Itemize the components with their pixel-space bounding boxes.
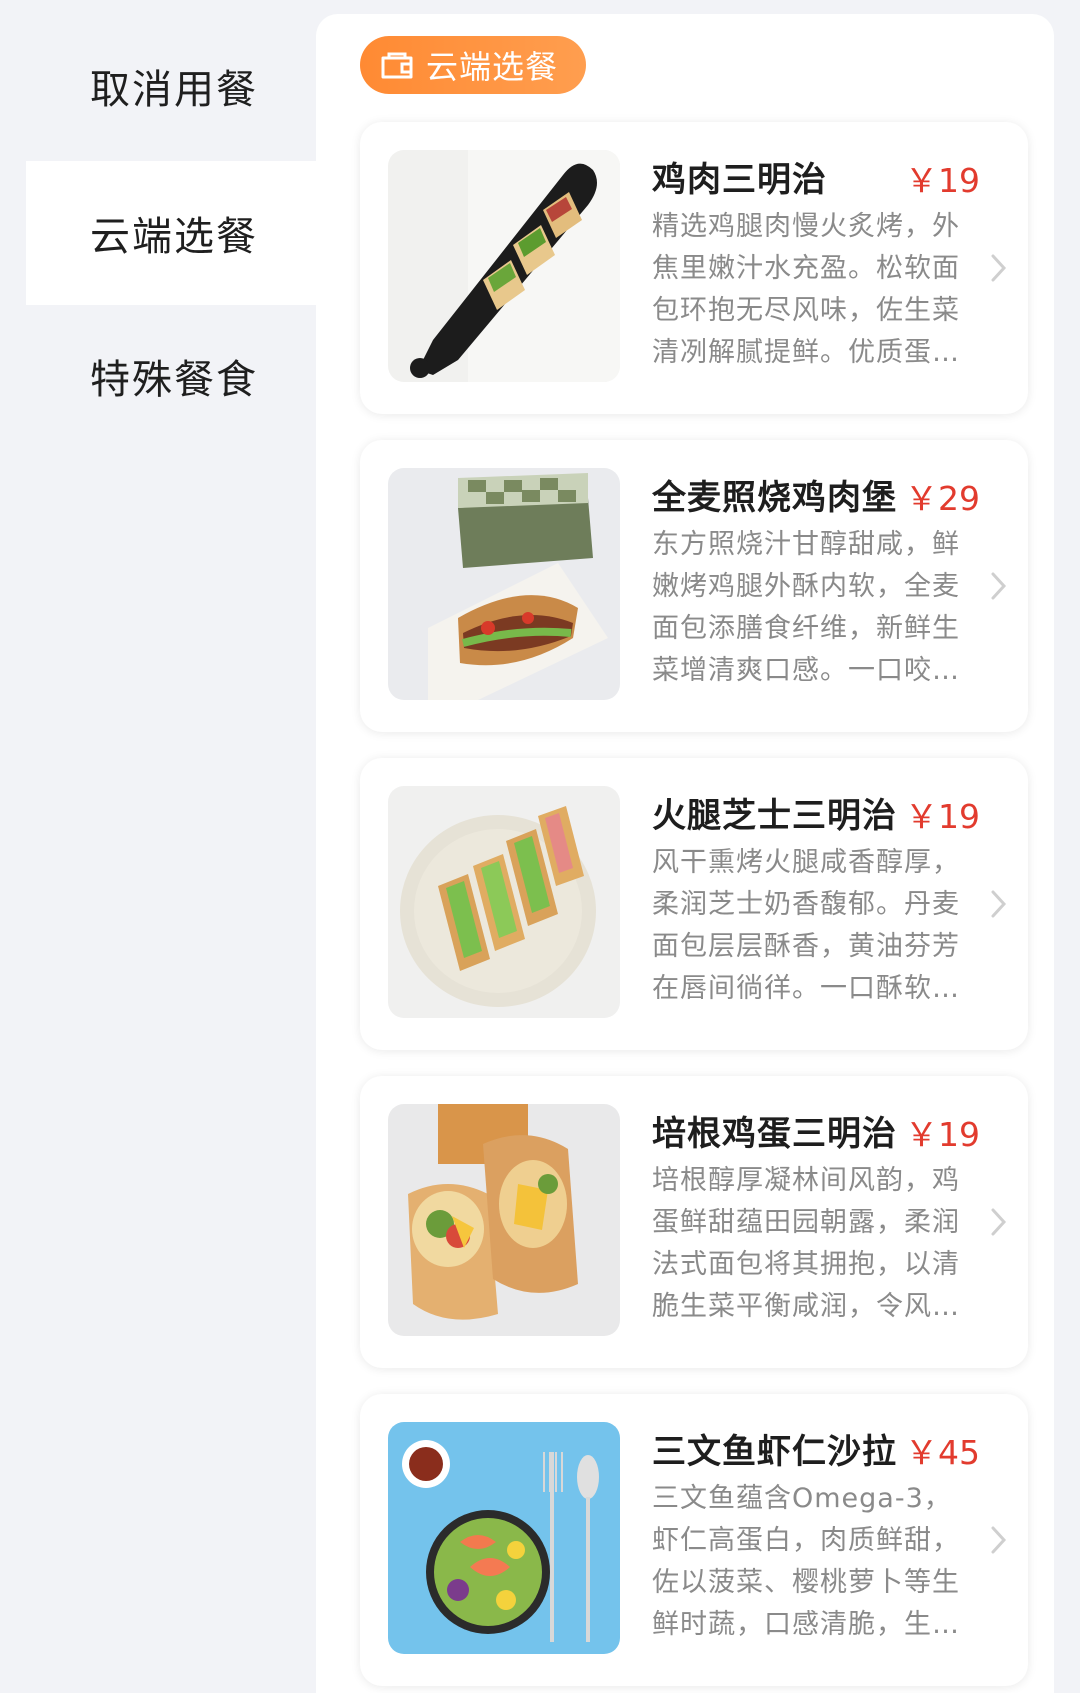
sidebar-item-label: 云端选餐 <box>90 214 258 260</box>
salmon-shrimp-salad-photo <box>388 1422 620 1654</box>
menu-item-title: 培根鸡蛋三明治 <box>652 1114 897 1154</box>
menu-item-card[interactable]: 全麦照烧鸡肉堡 ￥29 东方照烧汁甘醇甜咸，鲜嫩烤鸡腿外酥内软，全麦面包添膳食纤… <box>360 440 1028 732</box>
chevron-right-icon <box>991 1526 1007 1554</box>
chevron-right-icon <box>991 890 1007 918</box>
menu-item-description: 风干熏烤火腿咸香醇厚，柔润芝士奶香馥郁。丹麦面包层层酥香，黄油芬芳在唇间徜徉。一… <box>652 847 960 1004</box>
menu-item-price: ￥19 <box>905 797 980 836</box>
chevron-right-icon <box>991 1208 1007 1236</box>
menu-item-title: 三文鱼虾仁沙拉 <box>652 1432 897 1472</box>
bacon-egg-sandwich-photo <box>388 1104 620 1336</box>
menu-item-card[interactable]: 鸡肉三明治 ￥19 精选鸡腿肉慢火炙烤，外焦里嫩汁水充盈。松软面包环抱无尽风味，… <box>360 122 1028 414</box>
menu-item-price: ￥29 <box>905 479 980 518</box>
category-sidebar: 取消用餐 云端选餐 特殊餐食 <box>26 0 316 1693</box>
menu-item-description: 精选鸡腿肉慢火炙烤，外焦里嫩汁水充盈。松软面包环抱无尽风味，佐生菜清冽解腻提鲜。… <box>652 211 960 368</box>
sidebar-item-cloud-meal[interactable]: 云端选餐 <box>26 161 316 305</box>
menu-item-price: ￥19 <box>905 161 980 200</box>
section-header-tag: 云端选餐 <box>360 36 587 94</box>
meal-selection-page: 取消用餐 云端选餐 特殊餐食 云端选餐 鸡肉三明治 ￥19 精选鸡腿肉慢火炙烤，… <box>0 0 1080 1693</box>
menu-item-card[interactable]: 培根鸡蛋三明治 ￥19 培根醇厚凝林间风韵，鸡蛋鲜甜蕴田园朝露，柔润法式面包将其… <box>360 1076 1028 1368</box>
bag-icon <box>381 52 413 79</box>
menu-panel: 云端选餐 鸡肉三明治 ￥19 精选鸡腿肉慢火炙烤，外焦里嫩汁水充盈。松软面包环抱… <box>316 14 1054 1693</box>
sidebar-item-label: 取消用餐 <box>90 67 258 113</box>
menu-item-title: 全麦照烧鸡肉堡 <box>652 478 897 518</box>
sidebar-item-special-meal[interactable]: 特殊餐食 <box>26 304 316 448</box>
menu-item-title: 火腿芝士三明治 <box>652 796 897 836</box>
sidebar-item-label: 特殊餐食 <box>90 357 258 403</box>
teriyaki-chicken-burger-photo <box>388 468 620 700</box>
menu-item-price: ￥45 <box>905 1433 980 1472</box>
chevron-right-icon <box>991 572 1007 600</box>
ham-cheese-sandwich-photo <box>388 786 620 1018</box>
section-title: 云端选餐 <box>426 48 559 86</box>
chevron-right-icon <box>991 254 1007 282</box>
chicken-sandwich-photo <box>388 150 620 382</box>
menu-item-card[interactable]: 火腿芝士三明治 ￥19 风干熏烤火腿咸香醇厚，柔润芝士奶香馥郁。丹麦面包层层酥香… <box>360 758 1028 1050</box>
menu-item-description: 三文鱼蕴含Omega-3，虾仁高蛋白，肉质鲜甜，佐以菠菜、樱桃萝卜等生鲜时蔬，口… <box>652 1483 960 1640</box>
menu-item-description: 培根醇厚凝林间风韵，鸡蛋鲜甜蕴田园朝露，柔润法式面包将其拥抱，以清脆生菜平衡咸润… <box>652 1165 960 1322</box>
menu-item-title: 鸡肉三明治 <box>652 160 827 200</box>
menu-item-price: ￥19 <box>905 1115 980 1154</box>
menu-item-card[interactable]: 三文鱼虾仁沙拉 ￥45 三文鱼蕴含Omega-3，虾仁高蛋白，肉质鲜甜，佐以菠菜… <box>360 1394 1028 1686</box>
sidebar-item-cancel-meal[interactable]: 取消用餐 <box>26 14 316 158</box>
menu-item-description: 东方照烧汁甘醇甜咸，鲜嫩烤鸡腿外酥内软，全麦面包添膳食纤维，新鲜生菜增清爽口感。… <box>652 529 960 686</box>
